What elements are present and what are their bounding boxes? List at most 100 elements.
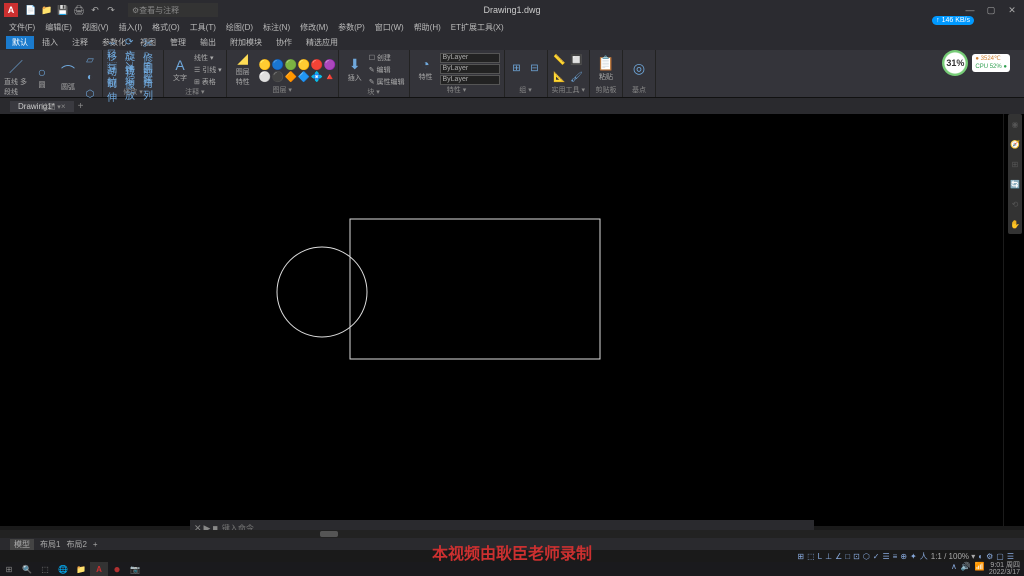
line-button[interactable]: ／直线 多段线 (4, 61, 28, 93)
minimize-button[interactable]: — (960, 3, 980, 17)
status-clean-icon[interactable]: ▢ (996, 552, 1004, 561)
tab-insert[interactable]: 插入 (36, 36, 64, 49)
tray-clock[interactable]: 9:01 周四 2022/3/17 (989, 562, 1020, 576)
tab-addon[interactable]: 附加模块 (224, 36, 268, 49)
paint-icon[interactable]: 🖌 (569, 69, 585, 85)
status-anno-icon[interactable]: ⊕ (900, 552, 907, 561)
menu-format[interactable]: 格式(O) (149, 22, 183, 33)
menu-edit[interactable]: 编辑(E) (42, 22, 75, 33)
menu-window[interactable]: 窗口(W) (372, 22, 407, 33)
calc-icon[interactable]: 📐 (552, 69, 568, 85)
nav-hand-icon[interactable]: ✋ (1008, 214, 1022, 234)
status-otrack-icon[interactable]: □ (845, 552, 850, 561)
tray-volume-icon[interactable]: 🔊 (961, 562, 971, 576)
nav-zoom-icon[interactable]: 🔄 (1008, 174, 1022, 194)
app-icon[interactable]: A (4, 3, 18, 17)
status-3d-icon[interactable]: ≡ (893, 552, 898, 561)
status-extra-icon[interactable]: ◐ (978, 552, 983, 561)
scrollbar-thumb[interactable] (320, 531, 338, 537)
drawing-canvas[interactable]: ◉ 🧭 ⊞ 🔄 ⟲ ✋ (0, 114, 1024, 526)
menu-param[interactable]: 参数(P) (335, 22, 368, 33)
tab-layout1[interactable]: 布局1 (40, 539, 60, 550)
qat-new-icon[interactable]: 📄 (24, 3, 38, 17)
start-button[interactable]: ⊞ (0, 562, 18, 576)
explorer-icon[interactable]: 📁 (72, 562, 90, 576)
tray-network-icon[interactable]: 📶 (975, 562, 985, 576)
nav-wheel-icon[interactable]: ◉ (1008, 114, 1022, 134)
dim-table[interactable]: ⊞ 表格 (194, 76, 222, 87)
tab-layout2[interactable]: 布局2 (66, 539, 86, 550)
tab-featured[interactable]: 精选应用 (300, 36, 344, 49)
block-edit[interactable]: ✎ 编辑 (369, 64, 405, 75)
block-create[interactable]: ☐ 创建 (369, 52, 405, 63)
text-button[interactable]: A文字 (168, 54, 192, 86)
tab-collab[interactable]: 协作 (270, 36, 298, 49)
record-icon[interactable]: ● (108, 562, 126, 576)
tab-model[interactable]: 模型 (10, 539, 34, 550)
menu-help[interactable]: 帮助(H) (411, 22, 444, 33)
insert-block-button[interactable]: ⬇插入 (343, 54, 367, 86)
qat-save-icon[interactable]: 💾 (56, 3, 70, 17)
dim-leader[interactable]: ☰ 引线 ▾ (194, 64, 222, 75)
arc-button[interactable]: ⌒圆弧 (56, 61, 80, 93)
perf-monitor-badge[interactable]: 31% ● 3524℃ CPU 52% ● (942, 50, 1010, 76)
maximize-button[interactable]: ▢ (981, 3, 1001, 17)
app-icon[interactable]: 📷 (126, 562, 144, 576)
qat-redo-icon[interactable]: ↷ (104, 3, 118, 17)
tray-up-icon[interactable]: ∧ (951, 562, 957, 576)
horizontal-scrollbar[interactable] (0, 530, 1024, 538)
menu-file[interactable]: 文件(F) (6, 22, 38, 33)
status-osnap-icon[interactable]: ∠ (835, 552, 842, 561)
ungroup-icon[interactable]: ⊟ (527, 61, 543, 77)
nav-orbit-icon[interactable]: ⟲ (1008, 194, 1022, 214)
taskview-button[interactable]: ⬚ (36, 562, 54, 576)
browser-icon[interactable]: 🌐 (54, 562, 72, 576)
block-attr[interactable]: ✎ 属性编辑 (369, 76, 405, 87)
dim-linear[interactable]: 线性 ▾ (194, 52, 222, 63)
menu-view[interactable]: 视图(V) (79, 22, 112, 33)
cloud-upload-badge[interactable]: ↑ 146 KB/s (932, 16, 974, 25)
basepoint-button[interactable]: ◎ (627, 53, 651, 85)
status-menu-icon[interactable]: ☰ (1007, 552, 1014, 561)
menu-draw[interactable]: 绘图(D) (223, 22, 256, 33)
menu-tools[interactable]: 工具(T) (187, 22, 219, 33)
status-dyn-icon[interactable]: ⊡ (853, 552, 860, 561)
tab-annotate[interactable]: 注释 (66, 36, 94, 49)
group-icon[interactable]: ⊞ (509, 61, 525, 77)
nav-pan-icon[interactable]: ⊞ (1008, 154, 1022, 174)
status-polar-icon[interactable]: ⊥ (825, 552, 832, 561)
hatch-icon[interactable]: ⬡ (82, 86, 98, 102)
status-transp-icon[interactable]: ✓ (873, 552, 880, 561)
status-cycle-icon[interactable]: ☰ (883, 552, 890, 561)
status-grid-icon[interactable]: ⊞ (797, 552, 804, 561)
menu-et[interactable]: ET扩展工具(X) (448, 22, 507, 33)
qat-undo-icon[interactable]: ↶ (88, 3, 102, 17)
status-lineweight-icon[interactable]: ⬡ (863, 552, 870, 561)
properties-button[interactable]: ◔特性 (414, 53, 438, 85)
measure-icon[interactable]: 📏 (552, 52, 568, 68)
lineweight-swatch[interactable]: ByLayer (440, 75, 500, 85)
color-swatch[interactable]: ByLayer (440, 53, 500, 63)
tab-default[interactable]: 默认 (6, 36, 34, 49)
status-ortho-icon[interactable]: L (818, 552, 822, 561)
select-icon[interactable]: 🔲 (569, 52, 585, 68)
status-ws-icon[interactable]: 人 (920, 551, 928, 562)
qat-open-icon[interactable]: 📁 (40, 3, 54, 17)
autocad-task-icon[interactable]: A (90, 562, 108, 576)
tab-add-layout[interactable]: + (93, 540, 98, 549)
status-snap-icon[interactable]: ⬚ (807, 552, 815, 561)
status-auto-icon[interactable]: ✦ (910, 552, 917, 561)
close-button[interactable]: ✕ (1002, 3, 1022, 17)
status-settings-icon[interactable]: ⚙ (986, 552, 993, 561)
nav-compass-icon[interactable]: 🧭 (1008, 134, 1022, 154)
linetype-swatch[interactable]: ByLayer (440, 64, 500, 74)
qat-print-icon[interactable]: 🖨 (72, 3, 86, 17)
layer-icon[interactable]: 🔺 (322, 69, 338, 85)
tab-manage[interactable]: 管理 (164, 36, 192, 49)
ellipse-icon[interactable]: ◐ (82, 69, 98, 85)
menu-modify[interactable]: 修改(M) (297, 22, 331, 33)
polygon-icon[interactable]: ▱ (82, 52, 98, 68)
circle-button[interactable]: ○圆 (30, 61, 54, 93)
layer-props-button[interactable]: ◢图层特性 (231, 53, 255, 85)
search-button[interactable]: 🔍 (18, 562, 36, 576)
